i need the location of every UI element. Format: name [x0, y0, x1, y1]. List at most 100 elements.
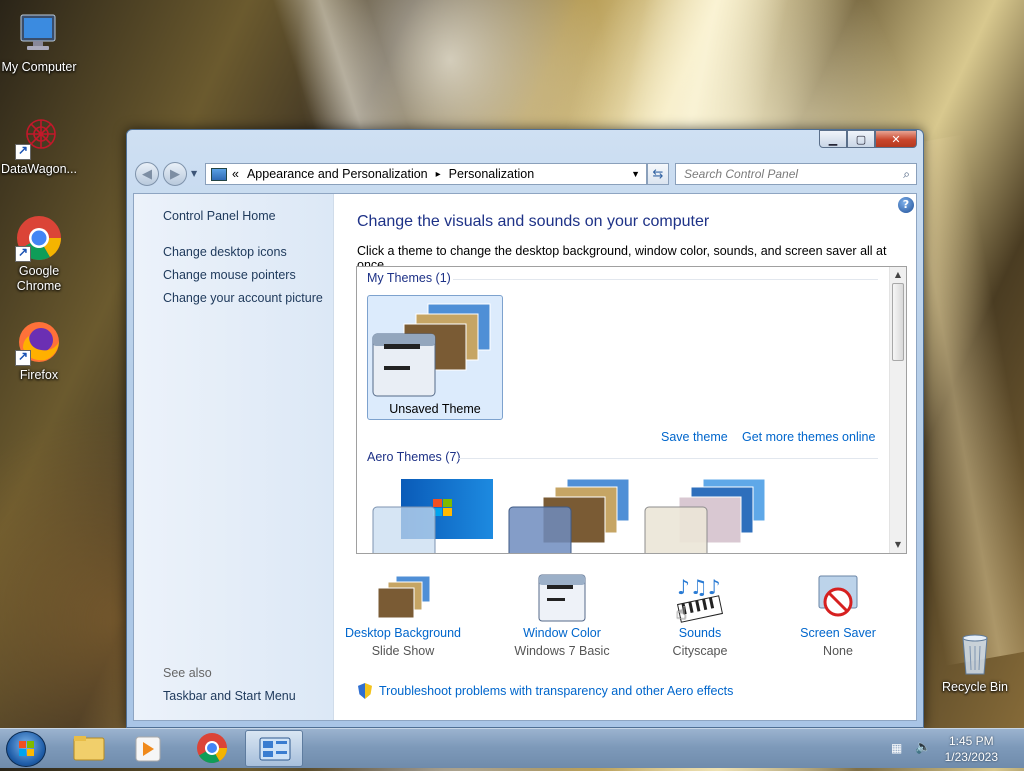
forward-button[interactable]: ▶ — [163, 162, 187, 186]
control-panel-home-link[interactable]: Control Panel Home — [163, 209, 276, 223]
navigation-bar: ◀ ▶ ▼ « Appearance and Personalization ▸… — [135, 160, 917, 188]
forward-arrow-icon: ▶ — [170, 166, 180, 182]
volume-icon[interactable]: 🔈 — [915, 740, 931, 755]
theme-preview-icon — [508, 478, 630, 553]
sounds-option[interactable]: ♪♫♪ Sounds Cityscape — [630, 572, 770, 658]
get-more-themes-link[interactable]: Get more themes online — [742, 430, 875, 444]
taskbar-media-player-button[interactable] — [121, 730, 179, 767]
minimize-button[interactable]: ▁ — [819, 130, 847, 148]
desktop-icon-chrome[interactable]: Google Chrome — [0, 214, 81, 294]
chrome-icon — [197, 733, 227, 764]
maximize-icon: ▢ — [855, 132, 867, 146]
divider — [459, 458, 878, 459]
change-desktop-icons-link[interactable]: Change desktop icons — [163, 245, 287, 259]
scroll-down-icon[interactable]: ▼ — [890, 537, 906, 553]
hand-cursor-icon: ☝ — [676, 603, 687, 624]
system-clock[interactable]: 1:45 PM 1/23/2023 — [945, 733, 998, 765]
option-value: Cityscape — [672, 644, 728, 658]
media-player-icon — [135, 736, 161, 762]
theme-list-scrollbar[interactable]: ▲ ▼ — [889, 267, 906, 553]
theme-preview-icon — [372, 479, 493, 553]
breadcrumb-separator[interactable]: ▸ — [436, 169, 441, 180]
theme-list[interactable]: My Themes (1) Unsaved Theme Save theme G… — [356, 266, 907, 554]
window-client-area: Control Panel Home Change desktop icons … — [133, 193, 917, 721]
option-value: None — [823, 644, 853, 658]
firefox-icon — [15, 318, 63, 366]
address-bar[interactable]: « Appearance and Personalization ▸ Perso… — [205, 163, 647, 185]
desktop-background-option[interactable]: Desktop Background Slide Show — [333, 572, 473, 658]
search-placeholder: Search Control Panel — [684, 167, 799, 181]
search-icon: ⌕ — [903, 167, 910, 181]
shortcut-arrow-icon — [15, 245, 31, 262]
desktop-icon-label: DataWagon... — [1, 162, 77, 176]
left-pane: Control Panel Home Change desktop icons … — [134, 194, 334, 720]
minimize-icon: ▁ — [828, 132, 838, 146]
option-label[interactable]: Desktop Background — [333, 626, 473, 640]
search-input[interactable]: Search Control Panel ⌕ — [675, 163, 917, 185]
taskbar-explorer-button[interactable] — [60, 730, 118, 767]
recycle-bin-icon — [951, 630, 999, 678]
maximize-button[interactable]: ▢ — [847, 130, 875, 148]
option-value: Windows 7 Basic — [514, 644, 610, 658]
desktop-icon-my-computer[interactable]: My Computer — [0, 10, 81, 75]
desktop-icon-label: My Computer — [1, 60, 77, 74]
option-value: Slide Show — [371, 644, 435, 658]
option-label[interactable]: Window Color — [492, 626, 632, 640]
option-label[interactable]: Screen Saver — [768, 626, 908, 640]
scroll-up-icon[interactable]: ▲ — [890, 267, 906, 283]
theme-architecture[interactable] — [507, 477, 637, 553]
start-button[interactable] — [6, 731, 46, 767]
desktop-icon-firefox[interactable]: Firefox — [0, 318, 81, 383]
chrome-icon — [15, 214, 63, 262]
desktop-background-icon — [368, 572, 438, 624]
personalization-window: ▁ ▢ ✕ ◀ ▶ ▼ « Appearance and Personaliza… — [126, 129, 924, 728]
theme-unsaved[interactable]: Unsaved Theme — [367, 295, 503, 420]
troubleshoot-row[interactable]: Troubleshoot problems with transparency … — [358, 683, 733, 699]
desktop-icon-label: Google Chrome — [16, 264, 62, 293]
change-mouse-pointers-link[interactable]: Change mouse pointers — [163, 268, 296, 282]
aero-themes-heading: Aero Themes (7) — [367, 450, 461, 464]
theme-windows-7[interactable] — [371, 477, 501, 553]
recent-pages-dropdown[interactable]: ▼ — [191, 169, 197, 178]
theme-name: Unsaved Theme — [389, 402, 481, 416]
breadcrumb-personalization[interactable]: Personalization — [449, 167, 534, 181]
datawagon-icon — [15, 112, 63, 160]
network-icon[interactable]: ▦ — [891, 741, 902, 755]
back-arrow-icon: ◀ — [142, 166, 152, 182]
taskbar-start-menu-link[interactable]: Taskbar and Start Menu — [163, 689, 296, 703]
change-account-picture-link[interactable]: Change your account picture — [163, 291, 323, 305]
shortcut-arrow-icon — [15, 349, 31, 366]
refresh-icon: ⇆ — [652, 166, 664, 182]
back-button[interactable]: ◀ — [135, 162, 159, 186]
window-color-option[interactable]: Window Color Windows 7 Basic — [492, 572, 632, 658]
theme-preview-icon — [372, 303, 491, 397]
save-theme-link[interactable]: Save theme — [661, 430, 728, 444]
help-icon[interactable]: ? — [898, 197, 914, 213]
scroll-thumb[interactable] — [892, 283, 904, 361]
theme-characters[interactable] — [643, 477, 773, 553]
close-icon: ✕ — [891, 132, 901, 146]
troubleshoot-link[interactable]: Troubleshoot problems with transparency … — [379, 684, 733, 698]
desktop-icon-label: Recycle Bin — [942, 680, 1008, 694]
breadcrumb-appearance[interactable]: Appearance and Personalization — [247, 167, 428, 181]
close-button[interactable]: ✕ — [875, 130, 917, 148]
see-also-heading: See also — [163, 666, 212, 680]
desktop-icon-datawagon[interactable]: DataWagon... — [0, 112, 81, 177]
refresh-button[interactable]: ⇆ — [647, 163, 669, 185]
address-overflow[interactable]: « — [232, 167, 239, 181]
shield-icon — [358, 683, 372, 699]
desktop-icon-recycle-bin[interactable]: Recycle Bin — [933, 630, 1017, 695]
control-panel-icon — [259, 737, 291, 761]
taskbar-chrome-button[interactable] — [182, 730, 240, 767]
window-color-icon — [527, 572, 597, 624]
address-dropdown-icon[interactable]: ▼ — [631, 169, 640, 179]
page-title: Change the visuals and sounds on your co… — [357, 213, 710, 230]
my-themes-heading: My Themes (1) — [367, 271, 451, 285]
option-label[interactable]: Sounds — [630, 626, 770, 640]
shortcut-arrow-icon — [15, 143, 31, 160]
clock-date: 1/23/2023 — [944, 750, 998, 764]
divider — [453, 279, 878, 280]
screen-saver-option[interactable]: Screen Saver None — [768, 572, 908, 658]
taskbar-control-panel-button[interactable] — [245, 730, 303, 767]
main-pane: ? Change the visuals and sounds on your … — [334, 194, 916, 720]
